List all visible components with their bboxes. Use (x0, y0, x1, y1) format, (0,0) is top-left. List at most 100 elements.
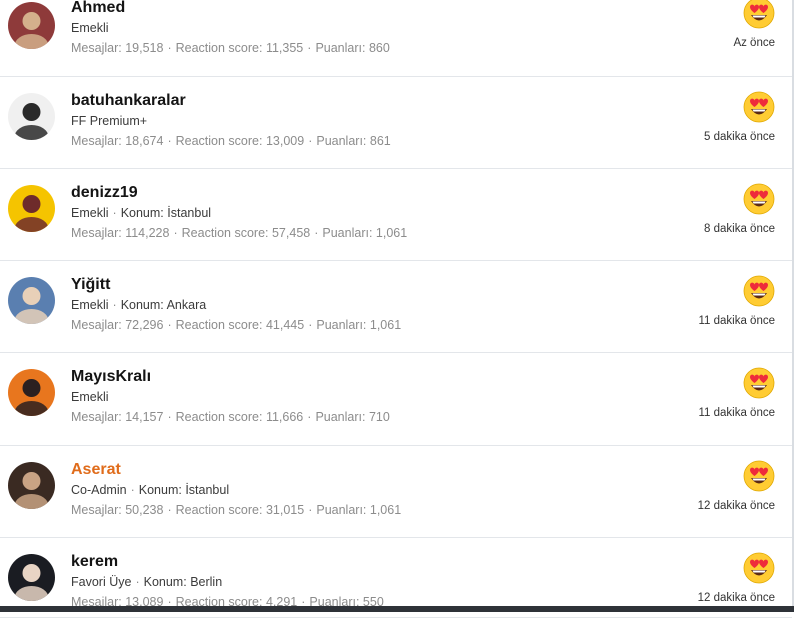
member-location[interactable]: İstanbul (185, 483, 229, 497)
separator-dot: · (112, 206, 117, 220)
activity-time: 12 dakika önce (697, 500, 775, 512)
separator-dot: · (307, 41, 312, 55)
member-role-line: Emekli · Konum: İstanbul (71, 205, 407, 221)
messages-count: 114,228 (125, 226, 170, 240)
member-role: Emekli (71, 21, 109, 35)
reaction-count: 31,015 (265, 503, 305, 517)
avatar[interactable] (8, 2, 55, 49)
messages-count: 50,238 (125, 503, 164, 517)
member-role: FF Premium+ (71, 114, 148, 128)
points-label: Puanları: (316, 318, 367, 332)
member-stats: Mesajlar: 50,238 · Reaction score: 31,015 ·… (71, 502, 401, 518)
points-count: 1,061 (369, 318, 402, 332)
heart-eyes-emoji-icon[interactable] (743, 552, 775, 584)
member-location[interactable]: İstanbul (167, 206, 211, 220)
separator-dot: · (167, 318, 172, 332)
member-stats: Mesajlar: 72,296 · Reaction score: 41,445 ·… (71, 317, 401, 333)
separator-dot: · (173, 226, 178, 240)
separator-dot: · (308, 503, 313, 517)
avatar[interactable] (8, 93, 55, 140)
member-name-link[interactable]: Ahmed (71, 0, 390, 18)
separator-dot: · (167, 503, 172, 517)
heart-eyes-emoji-icon[interactable] (743, 460, 775, 492)
messages-label: Mesajlar: (71, 134, 122, 148)
member-role-line: Co-Admin · Konum: İstanbul (71, 482, 401, 498)
avatar[interactable] (8, 277, 55, 324)
location-label: Konum: (120, 298, 164, 312)
separator-dot: · (308, 318, 313, 332)
separator-dot: · (130, 483, 135, 497)
member-row: batuhankaralar FF Premium+ Mesajlar: 18,… (0, 77, 792, 169)
heart-eyes-emoji-icon[interactable] (743, 367, 775, 399)
points-count: 861 (369, 134, 391, 148)
location-label: Konum: (120, 206, 164, 220)
messages-count: 72,296 (125, 318, 164, 332)
reaction-label: Reaction score: (175, 318, 263, 332)
separator-dot: · (112, 298, 117, 312)
separator-dot: · (307, 410, 312, 424)
heart-eyes-emoji-icon[interactable] (743, 183, 775, 215)
points-count: 1,061 (369, 503, 402, 517)
member-role-line: FF Premium+ (71, 113, 391, 129)
member-row: Ahmed Emekli Mesajlar: 19,518 · Reaction s… (0, 0, 792, 77)
member-role: Co-Admin (71, 483, 127, 497)
reaction-count: 57,458 (271, 226, 311, 240)
avatar[interactable] (8, 185, 55, 232)
activity-time: 11 dakika önce (698, 315, 775, 327)
member-row: Aserat Co-Admin · Konum: İstanbul Mesajlar… (0, 446, 792, 538)
separator-dot: · (135, 575, 140, 589)
messages-label: Mesajlar: (71, 318, 122, 332)
member-stats: Mesajlar: 114,228 · Reaction score: 57,458… (71, 225, 407, 241)
avatar[interactable] (8, 554, 55, 601)
member-row: denizz19 Emekli · Konum: İstanbul Mesajlar… (0, 169, 792, 261)
avatar[interactable] (8, 462, 55, 509)
reaction-label: Reaction score: (175, 503, 263, 517)
messages-label: Mesajlar: (71, 41, 122, 55)
member-name-link[interactable]: kerem (71, 552, 384, 572)
messages-count: 18,674 (125, 134, 164, 148)
avatar[interactable] (8, 369, 55, 416)
member-role: Emekli (71, 206, 109, 220)
reaction-label: Reaction score: (181, 226, 269, 240)
points-count: 860 (368, 41, 390, 55)
member-name-link[interactable]: Yiğitt (71, 275, 401, 295)
reaction-label: Reaction score: (175, 41, 263, 55)
messages-label: Mesajlar: (71, 410, 122, 424)
member-name-link[interactable]: batuhankaralar (71, 91, 391, 111)
reaction-count: 13,009 (265, 134, 305, 148)
points-label: Puanları: (316, 134, 367, 148)
points-label: Puanları: (316, 503, 367, 517)
messages-label: Mesajlar: (71, 226, 122, 240)
messages-label: Mesajlar: (71, 503, 122, 517)
member-location[interactable]: Berlin (190, 575, 222, 589)
location-label: Konum: (138, 483, 182, 497)
reaction-label: Reaction score: (175, 410, 263, 424)
member-role: Emekli (71, 390, 109, 404)
heart-eyes-emoji-icon[interactable] (743, 0, 775, 29)
reaction-count: 11,666 (265, 410, 304, 424)
member-name-link[interactable]: denizz19 (71, 183, 407, 203)
member-role: Favori Üye (71, 575, 132, 589)
activity-time: 5 dakika önce (704, 131, 775, 143)
reaction-label: Reaction score: (175, 134, 263, 148)
activity-time: 12 dakika önce (697, 592, 775, 604)
member-stats: Mesajlar: 19,518 · Reaction score: 11,355 ·… (71, 40, 390, 56)
heart-eyes-emoji-icon[interactable] (743, 91, 775, 123)
member-location[interactable]: Ankara (167, 298, 207, 312)
separator-dot: · (167, 134, 172, 148)
member-role-line: Emekli · Konum: Ankara (71, 297, 401, 313)
points-label: Puanları: (322, 226, 373, 240)
member-name-link[interactable]: MayısKralı (71, 367, 390, 387)
points-label: Puanları: (315, 41, 366, 55)
member-row: Yiğitt Emekli · Konum: Ankara Mesajlar: 72… (0, 261, 792, 353)
member-name-link[interactable]: Aserat (71, 460, 401, 480)
reaction-count: 11,355 (265, 41, 304, 55)
member-role: Emekli (71, 298, 109, 312)
heart-eyes-emoji-icon[interactable] (743, 275, 775, 307)
member-row: MayısKralı Emekli Mesajlar: 14,157 · React… (0, 353, 792, 446)
messages-count: 19,518 (125, 41, 164, 55)
bottom-bar (0, 606, 794, 612)
activity-time: 11 dakika önce (698, 407, 775, 419)
points-count: 1,061 (375, 226, 408, 240)
member-stats: Mesajlar: 18,674 · Reaction score: 13,009 ·… (71, 133, 391, 149)
